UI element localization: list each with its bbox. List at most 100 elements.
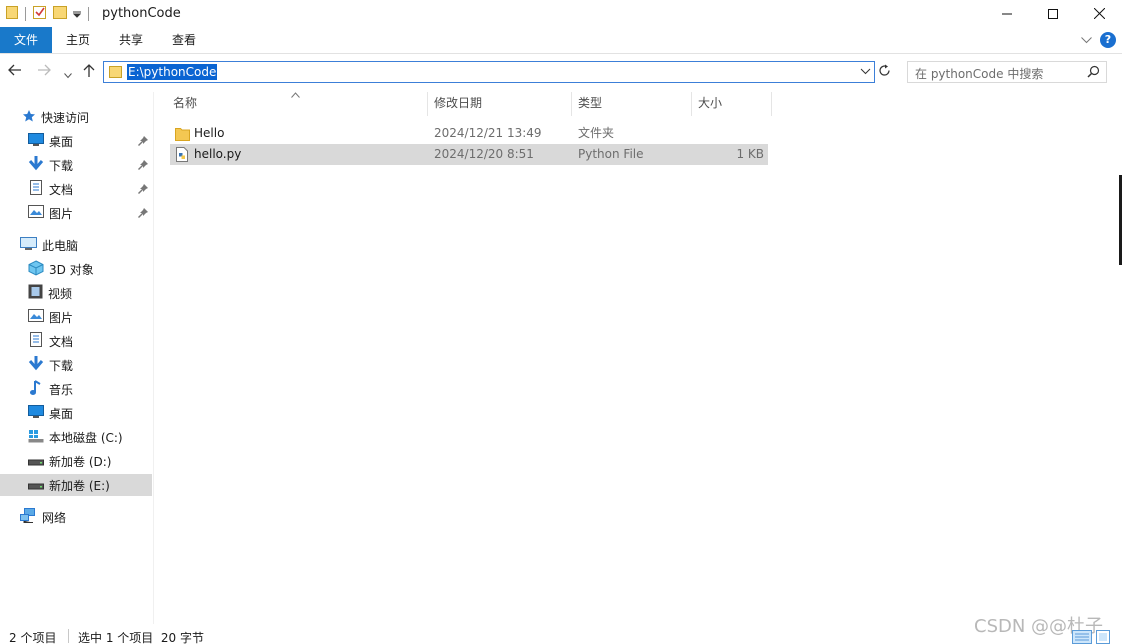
network-icon <box>20 508 37 526</box>
sidebar-item-label: 下载 <box>49 158 74 173</box>
file-type: 文件夹 <box>578 126 615 140</box>
drive-icon <box>28 453 44 470</box>
desktop-icon <box>28 405 44 421</box>
document-icon <box>28 180 44 198</box>
minimize-button[interactable] <box>984 0 1030 27</box>
sidebar-item-label: 本地磁盘 (C:) <box>49 430 123 445</box>
download-arrow-icon <box>28 356 44 374</box>
sidebar-item-label: 音乐 <box>49 382 74 397</box>
sidebar-item-desktop[interactable]: 桌面 <box>0 130 152 152</box>
sidebar-item-label: 桌面 <box>49 134 74 149</box>
minimize-icon <box>1002 13 1012 14</box>
column-header-size[interactable]: 大小 <box>694 92 772 116</box>
status-bar: 2 个项目 选中 1 个项目 20 字节 <box>0 624 1122 644</box>
title-bar: pythonCode <box>0 0 1122 27</box>
address-bar[interactable]: E:\pythonCode <box>103 61 875 83</box>
column-header-date[interactable]: 修改日期 <box>430 92 572 116</box>
sidebar-item-this-pc[interactable]: 此电脑 <box>0 234 152 256</box>
sidebar-item-documents[interactable]: 文档 <box>0 178 152 200</box>
details-view-icon[interactable] <box>1072 630 1092 644</box>
sidebar-item-label: 新加卷 (E:) <box>49 478 110 493</box>
sidebar-item-label: 网络 <box>42 510 67 525</box>
window-controls <box>984 0 1122 27</box>
tab-view[interactable]: 查看 <box>162 27 206 53</box>
toolbar-divider <box>25 6 26 21</box>
sidebar-item-3d-objects[interactable]: 3D 对象 <box>0 258 152 280</box>
sidebar-item-drive-c[interactable]: 本地磁盘 (C:) <box>0 426 152 448</box>
file-size: 1 KB <box>736 147 764 161</box>
address-path[interactable]: E:\pythonCode <box>127 64 218 80</box>
sidebar-item-pictures[interactable]: 图片 <box>0 202 152 224</box>
sidebar-item-label: 桌面 <box>49 406 74 421</box>
chevron-down-icon[interactable] <box>860 65 871 80</box>
windows-drive-icon <box>28 429 44 446</box>
sidebar-item-drive-e[interactable]: 新加卷 (E:) <box>0 474 152 496</box>
search-icon[interactable] <box>1087 65 1100 81</box>
sidebar-item-network[interactable]: 网络 <box>0 506 152 528</box>
sidebar-item-label: 快速访问 <box>41 110 90 125</box>
tab-home[interactable]: 主页 <box>56 27 100 53</box>
pin-icon[interactable] <box>138 207 148 221</box>
tab-share[interactable]: 共享 <box>109 27 153 53</box>
large-icons-view-icon[interactable] <box>1096 630 1110 644</box>
close-icon <box>1093 8 1105 19</box>
maximize-icon <box>1048 8 1058 19</box>
help-icon[interactable]: ? <box>1100 32 1116 48</box>
navigation-pane: 快速访问 桌面 下载 文档 图片 此电脑 3D 对象 视频 图片 文档 下载 音… <box>0 92 154 624</box>
sidebar-item-documents-pc[interactable]: 文档 <box>0 330 152 352</box>
column-header-name[interactable]: 名称 <box>169 92 428 116</box>
quick-access-toolbar <box>0 0 96 27</box>
folder-icon[interactable] <box>6 5 18 22</box>
python-file-icon <box>175 147 189 165</box>
sidebar-item-downloads[interactable]: 下载 <box>0 154 152 176</box>
item-count: 2 个项目 <box>9 631 57 644</box>
sidebar-item-downloads-pc[interactable]: 下载 <box>0 354 152 376</box>
sidebar-item-label: 图片 <box>49 206 74 221</box>
search-input[interactable]: 在 pythonCode 中搜索 <box>907 61 1107 83</box>
maximize-button[interactable] <box>1030 0 1076 27</box>
search-placeholder: 在 pythonCode 中搜索 <box>915 67 1044 81</box>
file-date: 2024/12/20 8:51 <box>434 147 534 161</box>
up-arrow-icon[interactable] <box>83 64 95 82</box>
properties-icon[interactable] <box>33 5 47 22</box>
folder-icon <box>175 126 190 144</box>
pin-icon[interactable] <box>138 183 148 197</box>
sidebar-item-label: 图片 <box>49 310 74 325</box>
film-icon <box>28 284 43 302</box>
sidebar-item-label: 文档 <box>49 182 74 197</box>
file-name: hello.py <box>194 147 242 161</box>
pin-icon[interactable] <box>138 135 148 149</box>
tab-file[interactable]: 文件 <box>0 27 52 53</box>
download-arrow-icon <box>28 156 44 174</box>
sidebar-item-label: 此电脑 <box>42 238 79 253</box>
view-toggle <box>1072 630 1110 644</box>
star-icon <box>22 109 36 126</box>
file-row[interactable]: hello.py 2024/12/20 8:51 Python File 1 K… <box>170 144 768 165</box>
column-header-type[interactable]: 类型 <box>574 92 692 116</box>
back-arrow-icon[interactable] <box>8 64 22 80</box>
music-note-icon <box>28 379 44 399</box>
sidebar-item-videos[interactable]: 视频 <box>0 282 152 304</box>
sidebar-item-label: 下载 <box>49 358 74 373</box>
sidebar-item-pictures-pc[interactable]: 图片 <box>0 306 152 328</box>
close-button[interactable] <box>1076 0 1122 27</box>
sidebar-item-music[interactable]: 音乐 <box>0 378 152 400</box>
forward-arrow-icon[interactable] <box>37 64 51 80</box>
expand-ribbon-icon[interactable] <box>1081 33 1092 47</box>
refresh-icon[interactable] <box>878 64 891 80</box>
recent-locations-icon[interactable] <box>64 67 72 83</box>
folder-icon <box>109 65 122 81</box>
customize-dropdown-icon[interactable] <box>72 7 82 21</box>
pin-icon[interactable] <box>138 159 148 173</box>
navigation-bar: E:\pythonCode 在 pythonCode 中搜索 <box>0 56 1122 88</box>
sidebar-item-drive-d[interactable]: 新加卷 (D:) <box>0 450 152 472</box>
file-row[interactable]: Hello 2024/12/21 13:49 文件夹 <box>170 123 768 144</box>
file-date: 2024/12/21 13:49 <box>434 126 542 140</box>
document-icon <box>28 332 44 350</box>
new-folder-icon[interactable] <box>53 5 67 22</box>
sidebar-item-quick-access[interactable]: 快速访问 <box>0 106 152 128</box>
computer-icon <box>20 236 37 254</box>
sidebar-item-label: 视频 <box>48 286 73 301</box>
sidebar-item-desktop-pc[interactable]: 桌面 <box>0 402 152 424</box>
sidebar-item-label: 3D 对象 <box>49 262 94 277</box>
